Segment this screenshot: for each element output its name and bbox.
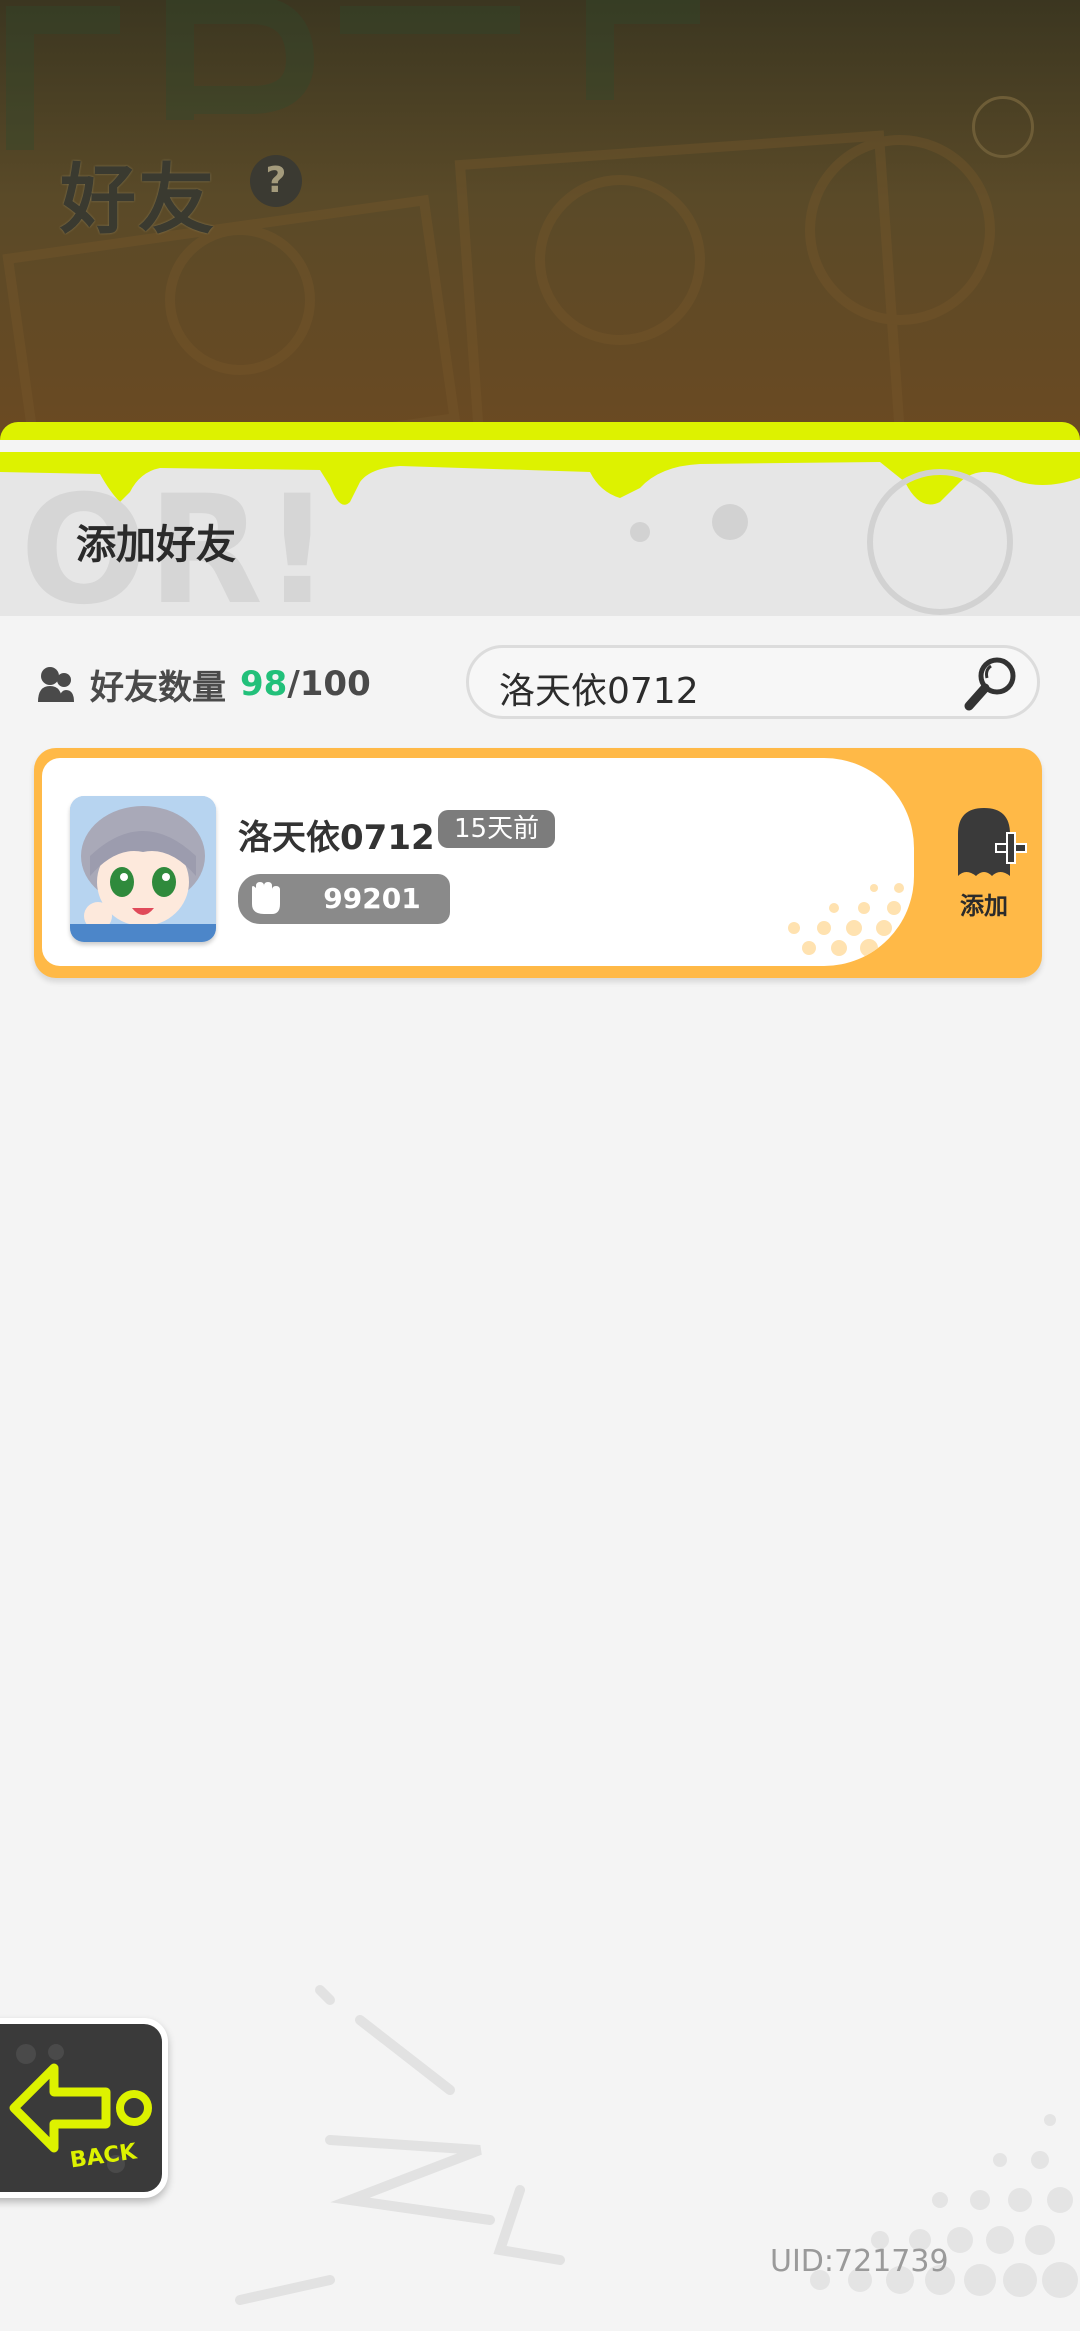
friends-icon <box>38 667 74 702</box>
last-online-badge: 15天前 <box>438 810 556 848</box>
add-friend-button[interactable]: 添加 <box>934 794 1034 934</box>
question-mark-icon[interactable]: ? <box>250 155 302 207</box>
page-title: 好友 <box>60 155 216 244</box>
search-value[interactable]: 洛天依0712 <box>499 662 699 714</box>
fist-icon <box>238 874 294 924</box>
page-header: 好友 ? <box>0 0 1080 440</box>
friend-count-separator: / <box>287 664 300 704</box>
friend-card-body: 洛天依0712 15天前 99201 <box>42 758 914 966</box>
friend-count-current: 98 <box>240 664 288 704</box>
avatar-image <box>70 796 216 942</box>
friend-count-label: 好友数量 <box>90 667 226 708</box>
section-title: 添加好友 <box>76 522 236 568</box>
friend-count: 好友数量 98/100 <box>36 662 371 708</box>
search-icon[interactable] <box>963 654 1021 712</box>
search-input[interactable]: 洛天依0712 <box>466 645 1040 719</box>
back-button[interactable]: BACK <box>0 2018 168 2198</box>
add-friend-label: 添加 <box>960 892 1008 920</box>
friend-name: 洛天依0712 <box>238 818 435 858</box>
friend-count-max: 100 <box>299 664 371 704</box>
friend-result-card[interactable]: 洛天依0712 15天前 99201 添加 <box>34 748 1042 978</box>
add-user-icon <box>958 808 1027 876</box>
avatar[interactable] <box>70 796 216 942</box>
score-badge: 99201 <box>294 874 450 924</box>
back-label: BACK <box>68 2139 139 2173</box>
dot-pattern-decoration <box>788 883 908 957</box>
back-arrow-icon: BACK <box>9 2044 152 2174</box>
menu-icon[interactable] <box>972 96 1034 158</box>
accent-bar <box>0 422 1080 440</box>
user-id: UID:721739 <box>770 2244 949 2279</box>
